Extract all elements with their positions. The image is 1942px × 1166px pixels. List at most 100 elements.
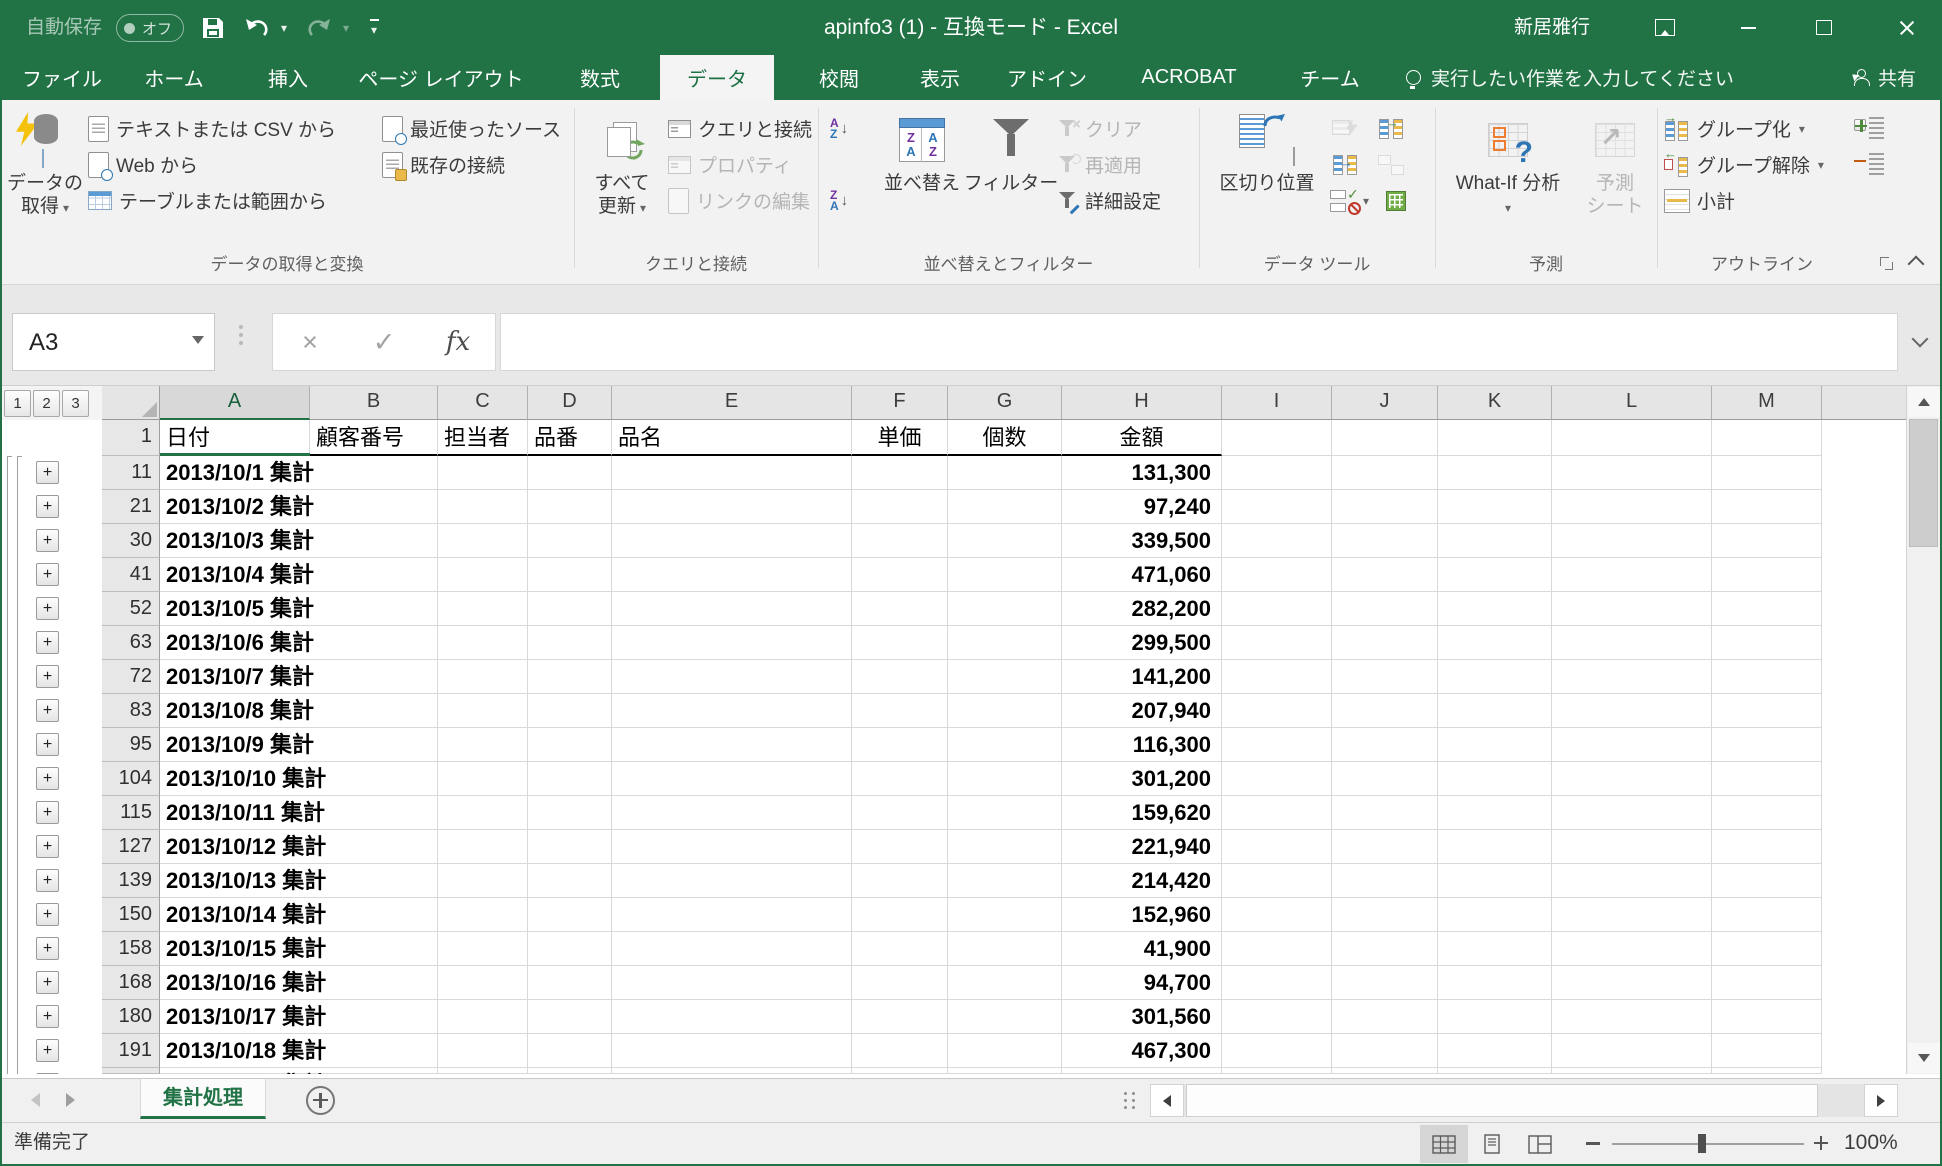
- tab-acrobat[interactable]: ACROBAT: [1120, 55, 1258, 100]
- cell-header-item-no[interactable]: 品番: [528, 420, 612, 456]
- cell[interactable]: [1332, 626, 1438, 660]
- cell[interactable]: [1222, 456, 1332, 490]
- cell[interactable]: [1712, 524, 1822, 558]
- row-header[interactable]: 63: [102, 626, 160, 660]
- cell[interactable]: [852, 558, 948, 592]
- cell[interactable]: [1438, 524, 1552, 558]
- properties-button[interactable]: プロパティ: [668, 148, 792, 181]
- from-text-csv-button[interactable]: テキストまたは CSV から: [88, 112, 336, 145]
- tab-formulas[interactable]: 数式: [552, 55, 648, 100]
- expand-group-button[interactable]: +: [36, 1073, 59, 1074]
- cell[interactable]: [948, 456, 1062, 490]
- cell[interactable]: [612, 1000, 852, 1034]
- column-header-k[interactable]: K: [1438, 386, 1552, 420]
- cell-subtotal-label[interactable]: 2013/10/2 集計: [160, 490, 438, 524]
- cell[interactable]: [1712, 1034, 1822, 1068]
- cell[interactable]: [1712, 728, 1822, 762]
- cell[interactable]: [528, 728, 612, 762]
- cell[interactable]: [1712, 490, 1822, 524]
- cell[interactable]: [1222, 558, 1332, 592]
- cell[interactable]: [948, 1034, 1062, 1068]
- expand-group-button[interactable]: +: [36, 597, 59, 620]
- tab-home[interactable]: ホーム: [126, 55, 222, 100]
- column-header-j[interactable]: J: [1332, 386, 1438, 420]
- cell[interactable]: [1712, 932, 1822, 966]
- horizontal-scroll-thumb[interactable]: [1186, 1084, 1818, 1117]
- column-header-d[interactable]: D: [528, 386, 612, 420]
- cell-amount[interactable]: 116,300: [1062, 728, 1222, 762]
- cell[interactable]: [612, 932, 852, 966]
- column-header-a[interactable]: A: [160, 386, 310, 420]
- cell-amount[interactable]: 301,560: [1062, 1000, 1222, 1034]
- remove-duplicates-button[interactable]: →: [1378, 112, 1404, 145]
- cell[interactable]: [1438, 728, 1552, 762]
- cell-subtotal-label[interactable]: 2013/10/15 集計: [160, 932, 438, 966]
- outline-level-3-button[interactable]: 3: [62, 390, 89, 417]
- expand-group-button[interactable]: +: [36, 903, 59, 926]
- cell[interactable]: [852, 762, 948, 796]
- cell[interactable]: [612, 1034, 852, 1068]
- cell[interactable]: [948, 830, 1062, 864]
- cell[interactable]: [852, 966, 948, 1000]
- cell[interactable]: [438, 1000, 528, 1034]
- cell[interactable]: [1332, 864, 1438, 898]
- tab-file[interactable]: ファイル: [22, 55, 102, 100]
- cell[interactable]: [1712, 626, 1822, 660]
- cell[interactable]: [1552, 456, 1712, 490]
- expand-group-button[interactable]: +: [36, 733, 59, 756]
- share-button[interactable]: 共有: [1848, 55, 1916, 100]
- cell[interactable]: [438, 694, 528, 728]
- reapply-filter-button[interactable]: 再適用: [1058, 148, 1142, 181]
- cell[interactable]: [1332, 420, 1438, 456]
- cell-amount[interactable]: 301,200: [1062, 762, 1222, 796]
- manage-data-model-button[interactable]: [1386, 184, 1406, 217]
- cell[interactable]: [1332, 524, 1438, 558]
- cell[interactable]: [438, 524, 528, 558]
- cell[interactable]: [1332, 558, 1438, 592]
- row-header[interactable]: 115: [102, 796, 160, 830]
- cell[interactable]: [528, 490, 612, 524]
- cell[interactable]: [948, 966, 1062, 1000]
- cell[interactable]: [948, 592, 1062, 626]
- cell[interactable]: [1222, 932, 1332, 966]
- cell[interactable]: [1222, 864, 1332, 898]
- cell-amount[interactable]: 94,700: [1062, 966, 1222, 1000]
- row-header[interactable]: 180: [102, 1000, 160, 1034]
- cell[interactable]: [1438, 898, 1552, 932]
- cell[interactable]: [1332, 660, 1438, 694]
- cell[interactable]: [612, 796, 852, 830]
- name-box-dropdown-icon[interactable]: [192, 336, 204, 350]
- cell[interactable]: [1222, 830, 1332, 864]
- group-button[interactable]: →グループ化▾: [1664, 112, 1805, 145]
- cell[interactable]: [852, 694, 948, 728]
- expand-group-button[interactable]: +: [36, 801, 59, 824]
- refresh-all-button[interactable]: すべて更新: [580, 108, 664, 220]
- cell[interactable]: [1222, 490, 1332, 524]
- previous-sheet-button[interactable]: [24, 1093, 40, 1107]
- cell[interactable]: [1552, 420, 1712, 456]
- cell[interactable]: [528, 660, 612, 694]
- cell[interactable]: [1062, 1068, 1222, 1074]
- cell[interactable]: [1712, 864, 1822, 898]
- cell[interactable]: [1552, 864, 1712, 898]
- maximize-button[interactable]: [1792, 0, 1856, 55]
- cell[interactable]: [948, 728, 1062, 762]
- column-header-g[interactable]: G: [948, 386, 1062, 420]
- column-header-e[interactable]: E: [612, 386, 852, 420]
- cell-header-quantity[interactable]: 個数: [948, 420, 1062, 456]
- cell[interactable]: [528, 592, 612, 626]
- cell[interactable]: [612, 660, 852, 694]
- cell[interactable]: [1552, 558, 1712, 592]
- cell-amount[interactable]: 282,200: [1062, 592, 1222, 626]
- cell[interactable]: [528, 694, 612, 728]
- cell[interactable]: [1222, 796, 1332, 830]
- tab-page-layout[interactable]: ページ レイアウト: [352, 55, 530, 100]
- cell[interactable]: [1552, 762, 1712, 796]
- cell[interactable]: [948, 1000, 1062, 1034]
- cell[interactable]: [1332, 762, 1438, 796]
- cell-amount[interactable]: 141,200: [1062, 660, 1222, 694]
- cell[interactable]: [1438, 830, 1552, 864]
- cell-amount[interactable]: 299,500: [1062, 626, 1222, 660]
- cell-amount[interactable]: 221,940: [1062, 830, 1222, 864]
- cell-amount[interactable]: 97,240: [1062, 490, 1222, 524]
